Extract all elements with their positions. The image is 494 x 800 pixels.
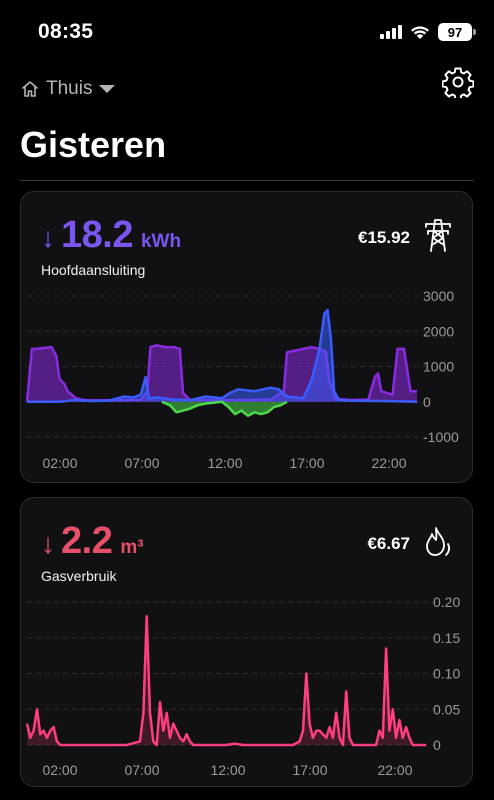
electricity-chart-y-tick-label: -1000	[423, 429, 459, 445]
electricity-chart-y-tick-label: 2000	[423, 323, 454, 339]
electricity-chart-x-tick-label: 12:00	[207, 455, 242, 471]
electricity-chart-y-tick-label: 3000	[423, 288, 454, 304]
gas-chart-y-tick-label: 0	[433, 737, 441, 753]
location-label: Thuis	[46, 78, 93, 99]
wifi-icon	[411, 25, 429, 39]
gas-chart-x-tick-label: 22:00	[377, 762, 412, 778]
gas-chart-y-tick-label: 0.20	[433, 594, 460, 610]
page-title: Gisteren	[20, 124, 167, 165]
electricity-chart-series-1-line	[27, 308, 418, 404]
gas-chart-x-tick-label: 12:00	[210, 762, 245, 778]
electricity-chart-series-0-area	[27, 345, 417, 402]
gas-chart-y-tick-label: 0.05	[433, 701, 460, 717]
gas-card[interactable]: ↓ 2.2 m³ Gasverbruik €6.67 0.20 0.15 0.10 0…	[20, 497, 473, 787]
electricity-chart-y-tick-label: 1000	[423, 359, 454, 375]
gas-chart-series-0-line	[25, 615, 426, 747]
gas-chart-y-tick-label: 0.15	[433, 630, 460, 646]
house-icon	[22, 81, 38, 97]
settings-gear-icon[interactable]	[442, 66, 474, 98]
location-selector[interactable]: Thuis	[20, 78, 116, 100]
gas-chart-x-tick-label: 02:00	[42, 762, 77, 778]
electricity-chart[interactable]: 3000 2000 1000 0 -1000 02:00 07:00 12:00 17:00 22…	[21, 192, 473, 483]
electricity-chart-series-1-area	[27, 310, 417, 402]
electricity-chart-x-tick-label: 02:00	[42, 455, 77, 471]
chevron-down-icon	[99, 85, 116, 93]
electricity-chart-series-0-line	[25, 344, 417, 402]
electricity-chart-x-tick-label: 22:00	[371, 455, 406, 471]
gas-chart[interactable]: 0.20 0.15 0.10 0.05 0 02:00 07:00 12:00 17:00 22:…	[21, 498, 473, 787]
clock: 08:35	[38, 20, 94, 43]
status-bar: 08:35 97	[0, 0, 494, 60]
electricity-chart-y-tick-label: 0	[423, 394, 431, 410]
electricity-chart-x-tick-label: 07:00	[124, 455, 159, 471]
status-icons: 97	[380, 20, 476, 44]
battery-indicator: 97	[438, 23, 476, 41]
gas-chart-x-tick-label: 17:00	[292, 762, 327, 778]
divider	[20, 180, 474, 181]
electricity-card[interactable]: ↓ 18.2 kWh Hoofdaansluiting €15.92 3000 2…	[20, 191, 473, 483]
electricity-chart-x-tick-label: 17:00	[289, 455, 324, 471]
cellular-signal-icon	[380, 25, 402, 39]
gas-chart-y-tick-label: 0.10	[433, 666, 460, 682]
gas-chart-x-tick-label: 07:00	[124, 762, 159, 778]
gas-chart-series-0-area	[27, 616, 426, 745]
